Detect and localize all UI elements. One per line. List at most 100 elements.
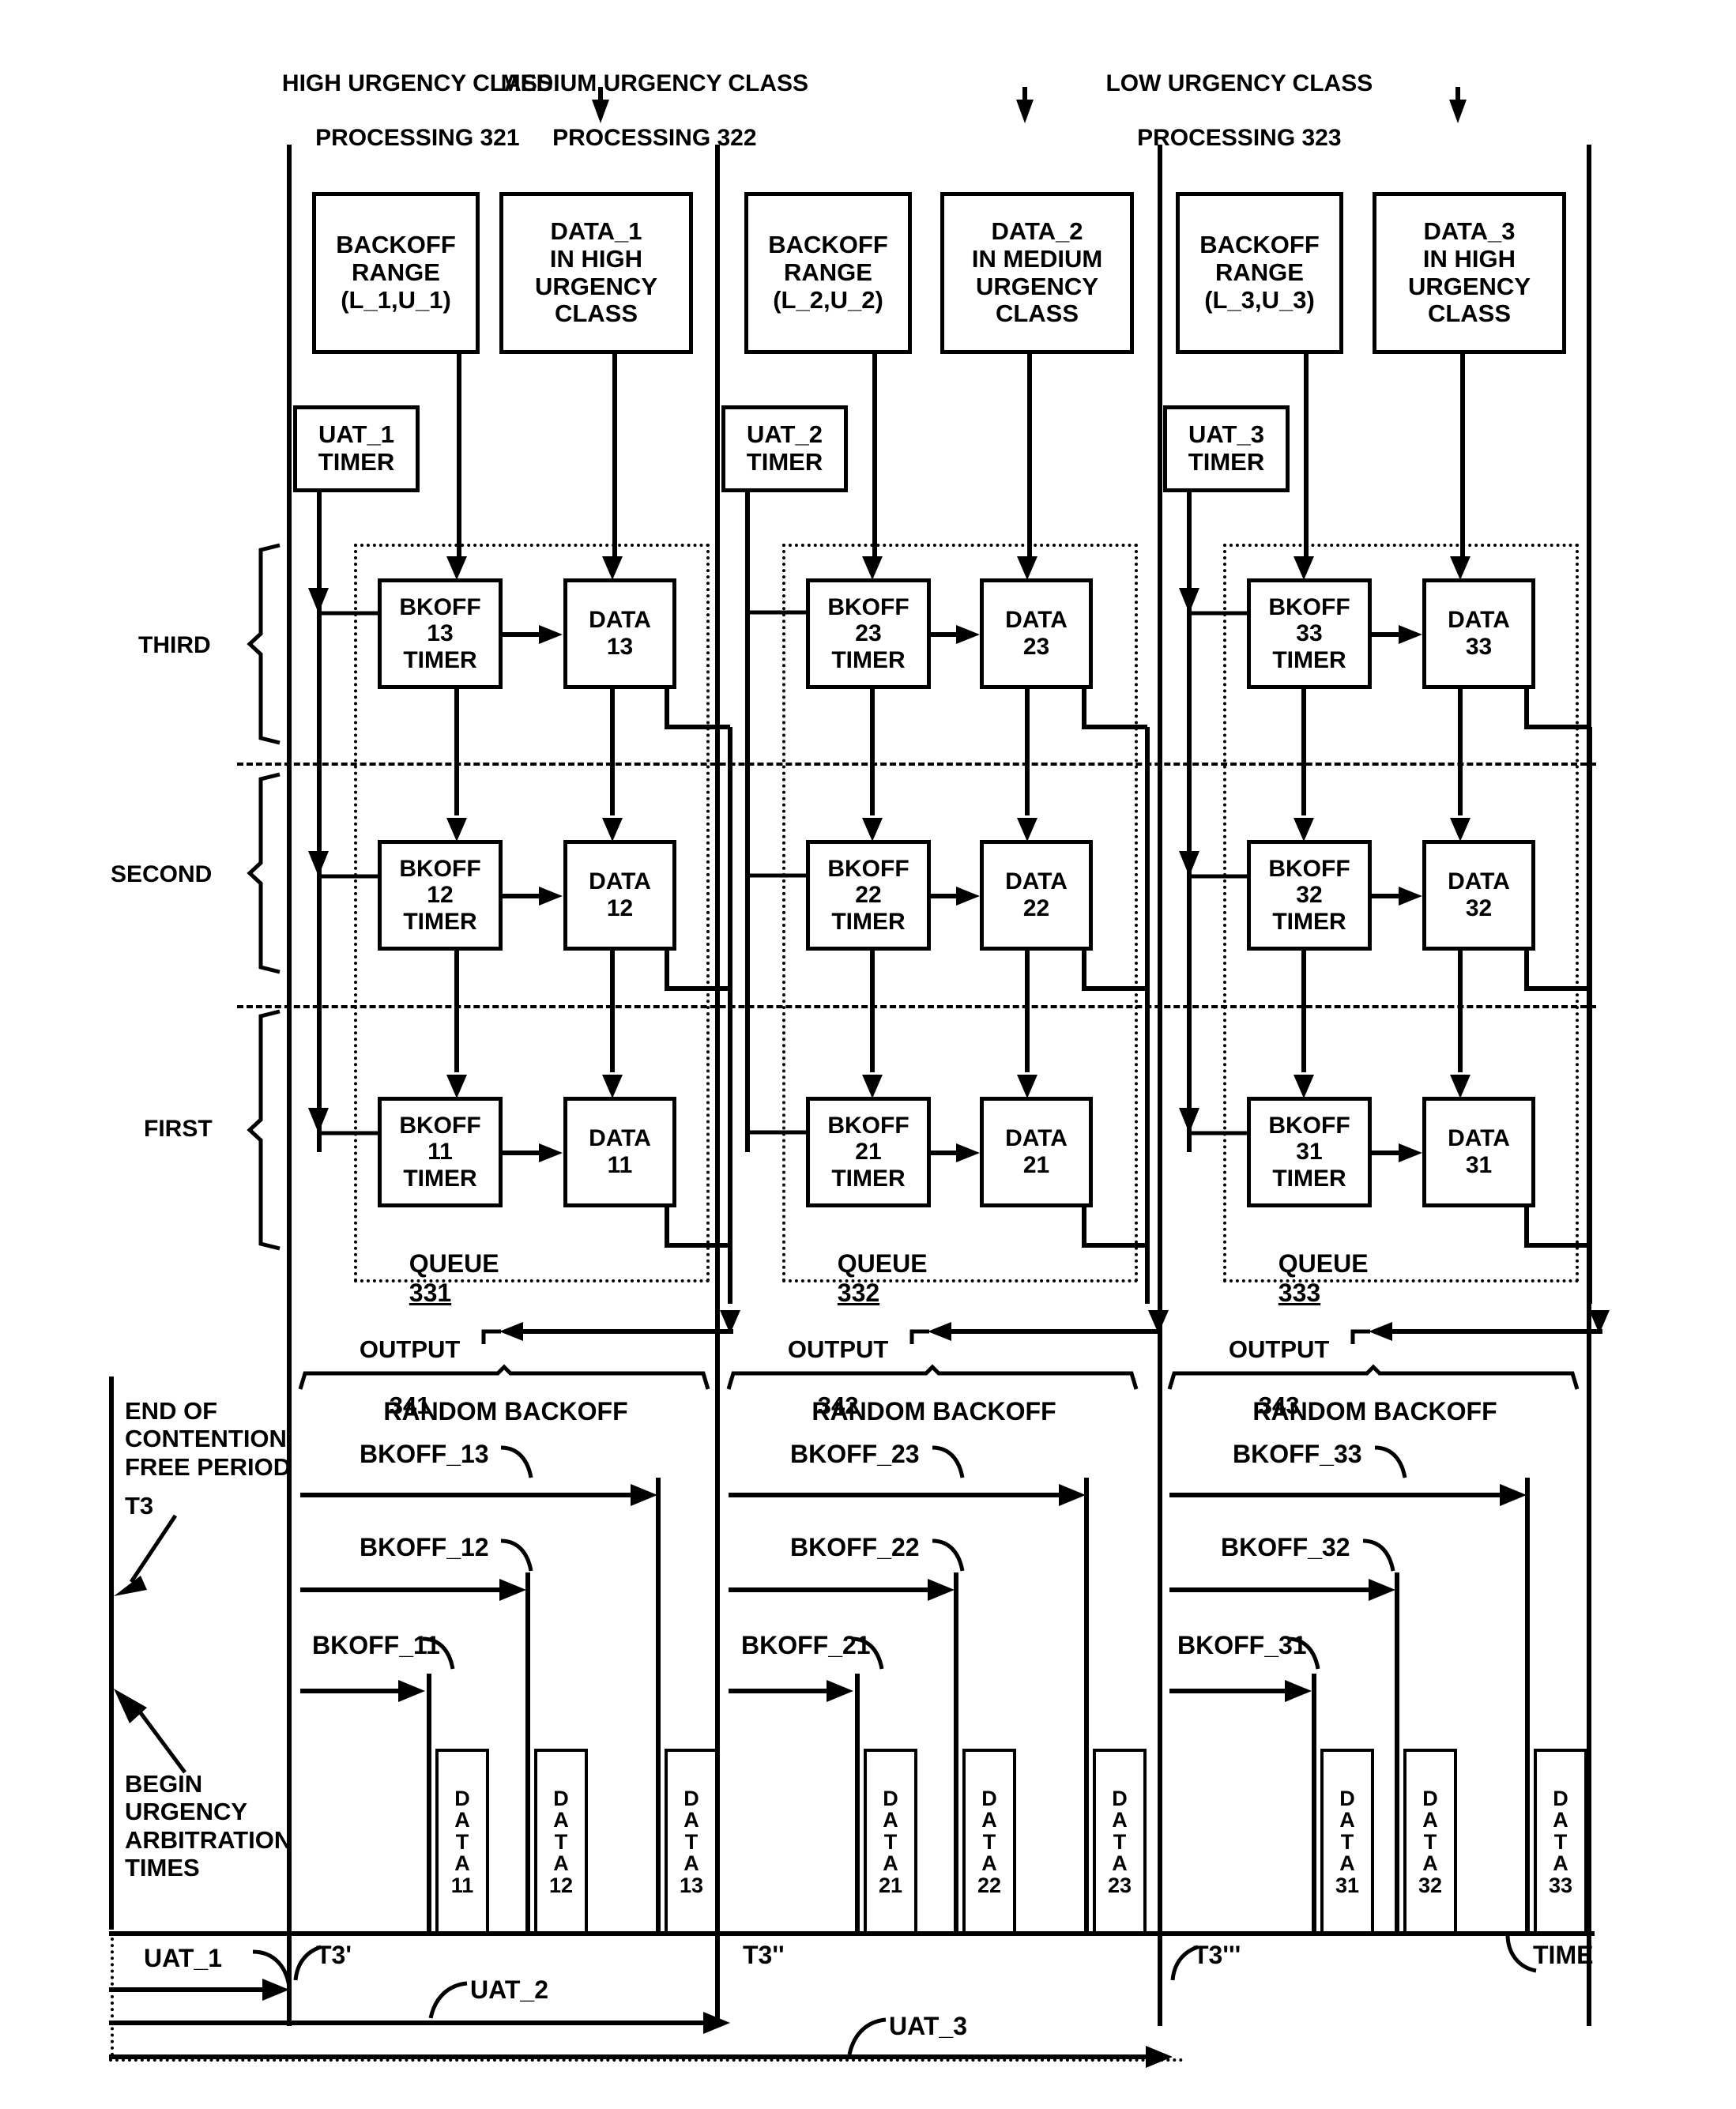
bkoff-timer-box-23[interactable]: BKOFF 23 TIMER (806, 578, 931, 689)
feed-arrow-bkoff-23 (862, 556, 883, 580)
random-backoff-label-3: RANDOM BACKOFF (1252, 1397, 1497, 1425)
packet-letter-a-23: A (1112, 1808, 1128, 1832)
data-box-33[interactable]: DATA 33 (1422, 578, 1535, 689)
packet-block-data-31[interactable]: D A T A 31 (1320, 1749, 1374, 1936)
packet-num-32: 32 (1418, 1873, 1443, 1897)
uat-1-axis-label: UAT_1 (144, 1944, 222, 1972)
bkoff-timer-box-32[interactable]: BKOFF 32 TIMER (1247, 840, 1372, 951)
packet-letter-d-33: D (1553, 1786, 1568, 1810)
packet-letter-t-22: T (982, 1829, 996, 1854)
bkoff-21-leader (851, 1636, 884, 1670)
bkoff-22-end-tick (954, 1572, 958, 1936)
data-source-box-1[interactable]: DATA_1 IN HIGH URGENCY CLASS (499, 192, 693, 354)
packet-letter-a-33: A (1553, 1808, 1568, 1832)
packet-block-data-32[interactable]: D A T A 32 (1403, 1749, 1457, 1936)
bkoff-13-end-tick (656, 1478, 661, 1936)
bkoff-to-data-arrow-31 (1372, 1143, 1422, 1162)
packet-block-data-33[interactable]: D A T A 33 (1534, 1749, 1587, 1936)
timing-baseline (109, 1931, 1595, 1936)
packet-letter-d-13: D (683, 1786, 699, 1810)
arrow-into-data-box-1 (592, 87, 609, 123)
output-down-arrow-2 (1148, 1310, 1169, 1334)
bkoff-22-timing-label: BKOFF_22 (790, 1533, 920, 1561)
packet-letter-a2-12: A (553, 1851, 569, 1876)
packet-letter-d-31: D (1339, 1786, 1355, 1810)
packet-block-data-23[interactable]: D A T A 23 (1093, 1749, 1147, 1936)
packet-block-data-22[interactable]: D A T A 22 (962, 1749, 1016, 1936)
backoff-feed-line-3 (1304, 354, 1309, 561)
packet-block-data-21[interactable]: D A T A 21 (864, 1749, 917, 1936)
backoff-range-box-3[interactable]: BACKOFF RANGE (L_3,U_3) (1176, 192, 1343, 354)
t3-pointer-arrow (114, 1514, 178, 1596)
packet-block-data-13[interactable]: D A T A 13 (665, 1749, 718, 1936)
bkoff-12-timing-label: BKOFF_12 (360, 1533, 489, 1561)
bkoff-timer-box-11[interactable]: BKOFF 11 TIMER (378, 1097, 503, 1207)
bkoff-21-end-tick (855, 1674, 860, 1936)
data-box-32[interactable]: DATA 32 (1422, 840, 1535, 951)
feed-arrow-data-11 (602, 1075, 623, 1098)
bkoff-to-data-arrow-32 (1372, 887, 1422, 906)
data-box-12[interactable]: DATA 12 (563, 840, 676, 951)
backoff-range-box-2[interactable]: BACKOFF RANGE (L_2,U_2) (744, 192, 912, 354)
feed-arrow-bkoff-21 (862, 1075, 883, 1098)
data-feed-line-1 (612, 354, 617, 561)
packet-block-data-11[interactable]: D A T A 11 (435, 1749, 489, 1936)
data-box-11[interactable]: DATA 11 (563, 1097, 676, 1207)
uat-timer-box-2[interactable]: UAT_2 TIMER (721, 405, 848, 492)
bkoff-31-bar (1169, 1680, 1312, 1702)
queue-output-connector-1 (665, 687, 732, 1304)
row-bracket-first (247, 1009, 281, 1251)
random-backoff-label-1: RANDOM BACKOFF (383, 1397, 628, 1425)
bkoff-32-bar (1169, 1579, 1395, 1601)
chain-bkoff-3b (1301, 951, 1306, 1072)
bkoff-timer-box-21[interactable]: BKOFF 21 TIMER (806, 1097, 931, 1207)
data-box-22[interactable]: DATA 22 (980, 840, 1093, 951)
packet-letter-a2-11: A (454, 1851, 470, 1876)
data-source-box-3[interactable]: DATA_3 IN HIGH URGENCY CLASS (1373, 192, 1566, 354)
feed-arrow-data-32 (1450, 818, 1471, 842)
chain-bkoff-3a (1301, 689, 1306, 815)
queue-label-3-num: 333 (1278, 1278, 1321, 1307)
column-header-low-line1: LOW URGENCY CLASS (1105, 70, 1373, 97)
timing-brace-2 (726, 1364, 1139, 1390)
queue-label-2-num: 332 (837, 1278, 880, 1307)
bkoff-to-data-arrow-22 (931, 887, 980, 906)
column-header-low: LOW URGENCY CLASS PROCESSING 323 (1043, 43, 1422, 152)
bkoff-timer-box-12[interactable]: BKOFF 12 TIMER (378, 840, 503, 951)
packet-num-12: 12 (548, 1873, 574, 1897)
bkoff-timer-box-13[interactable]: BKOFF 13 TIMER (378, 578, 503, 689)
uat-timer-box-3[interactable]: UAT_3 TIMER (1163, 405, 1290, 492)
chain-data-2a (1025, 689, 1030, 815)
bkoff-13-bar (300, 1484, 657, 1506)
data-box-21[interactable]: DATA 21 (980, 1097, 1093, 1207)
data-source-box-2[interactable]: DATA_2 IN MEDIUM URGENCY CLASS (940, 192, 1134, 354)
uat-row-arrow-1-second (308, 851, 378, 879)
packet-letter-a-22: A (981, 1808, 997, 1832)
packet-letter-a2-33: A (1553, 1851, 1568, 1876)
queue-label-1-text: QUEUE (409, 1249, 499, 1279)
bkoff-timer-box-31[interactable]: BKOFF 31 TIMER (1247, 1097, 1372, 1207)
cfp-end-vertical-axis (109, 1376, 114, 1930)
bkoff-timer-box-33[interactable]: BKOFF 33 TIMER (1247, 578, 1372, 689)
packet-num-22: 22 (977, 1873, 1002, 1897)
bkoff-12-leader (500, 1538, 533, 1572)
backoff-range-box-1[interactable]: BACKOFF RANGE (L_1,U_1) (312, 192, 480, 354)
uat-timer-box-1[interactable]: UAT_1 TIMER (293, 405, 420, 492)
feed-arrow-bkoff-22 (862, 818, 883, 842)
queue-output-connector-2 (1082, 687, 1150, 1304)
uat-row-line-2-first (745, 1130, 808, 1135)
bkoff-to-data-arrow-33 (1372, 625, 1422, 644)
data-box-13[interactable]: DATA 13 (563, 578, 676, 689)
uat-row-arrow-3-third (1179, 588, 1249, 616)
random-backoff-label-2: RANDOM BACKOFF (812, 1397, 1056, 1425)
packet-letter-a2-23: A (1112, 1851, 1128, 1876)
packet-letter-t-31: T (1340, 1829, 1354, 1854)
bkoff-13-timing-label: BKOFF_13 (360, 1440, 489, 1468)
packet-letter-d-11: D (454, 1786, 470, 1810)
data-box-31[interactable]: DATA 31 (1422, 1097, 1535, 1207)
column-header-low-line2: PROCESSING 323 (1137, 124, 1342, 151)
data-box-23[interactable]: DATA 23 (980, 578, 1093, 689)
bkoff-timer-box-22[interactable]: BKOFF 22 TIMER (806, 840, 931, 951)
packet-block-data-12[interactable]: D A T A 12 (534, 1749, 588, 1936)
bkoff-to-data-arrow-11 (503, 1143, 563, 1162)
